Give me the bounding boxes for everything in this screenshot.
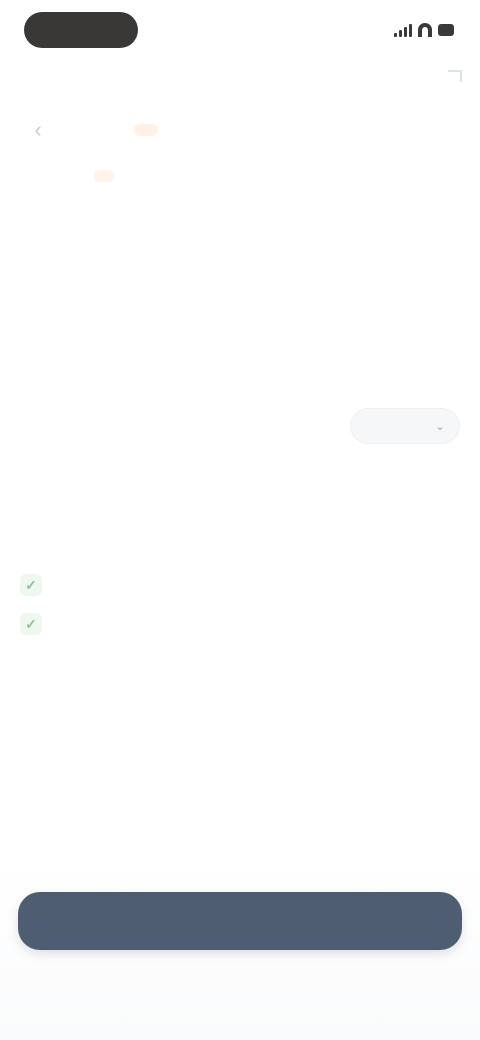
top-header: ‹ (24, 108, 456, 152)
check-icon: ✓ (20, 574, 42, 596)
bottom-action-bar (0, 860, 480, 1040)
battery-icon (437, 24, 454, 36)
rule-item: ✓ (20, 574, 440, 596)
status-time-pill (24, 12, 138, 48)
amount-row (20, 272, 30, 278)
setting-dropdown[interactable]: ⌄ (350, 408, 460, 444)
app-screen: ‹ ⌄ ✓ ✓ (0, 0, 480, 1040)
tab-inactive[interactable] (126, 170, 146, 182)
status-icons (394, 20, 454, 40)
back-icon[interactable]: ‹ (24, 116, 52, 144)
signal-icon (394, 23, 412, 37)
chevron-down-icon: ⌄ (434, 419, 445, 433)
check-icon: ✓ (20, 613, 42, 635)
tab-bar (94, 160, 394, 192)
tab-active[interactable] (94, 170, 114, 182)
wifi-icon (418, 23, 432, 37)
status-bar (0, 0, 480, 62)
header-badge (134, 124, 158, 136)
primary-action-button[interactable] (18, 892, 462, 950)
corner-indicator-icon (448, 70, 462, 82)
setting-row: ⌄ (20, 406, 460, 446)
rule-item: ✓ (20, 613, 440, 635)
